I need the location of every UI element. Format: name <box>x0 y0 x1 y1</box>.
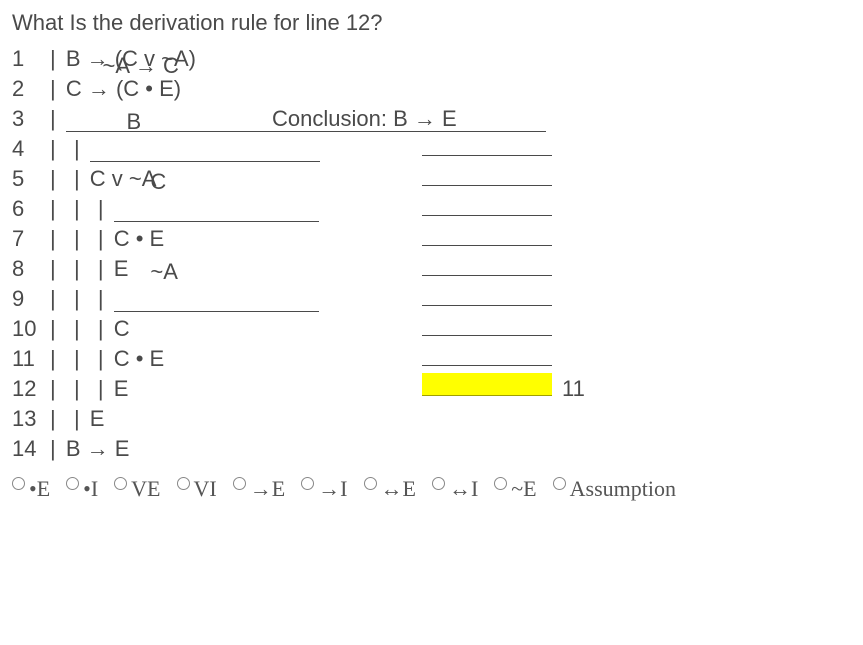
option-label: →E <box>250 476 285 502</box>
radio-icon <box>432 477 445 490</box>
scope-bars: | | <box>50 406 90 432</box>
option-label: ↔I <box>449 476 478 502</box>
option-label: •E <box>29 476 50 502</box>
scope-bars: | | | <box>50 346 114 372</box>
scope-bars: | | | <box>50 196 114 222</box>
option-v-e[interactable]: VE <box>114 476 160 502</box>
scope-bars: | | | <box>50 316 114 342</box>
justification-blank[interactable] <box>422 193 552 216</box>
option-label: →I <box>318 476 347 502</box>
proof-table: 1 | B → (C v ~A) 2 | C → (C • E) 3 | ~A … <box>12 42 851 462</box>
proof-line: 11 | | | C • E <box>12 342 851 372</box>
line-number: 3 <box>12 106 50 132</box>
line-number: 13 <box>12 406 50 432</box>
answer-options: •E •I VE VI →E →I ↔E ↔I ~E Assumption <box>12 476 851 502</box>
line-number: 11 <box>12 346 50 372</box>
formula: ~A → C <box>103 53 179 79</box>
line-number: 4 <box>12 136 50 162</box>
option-label: •I <box>83 476 98 502</box>
option-v-i[interactable]: VI <box>177 476 217 502</box>
scope-bars: | | <box>50 166 90 192</box>
scope-bars: | <box>50 76 66 102</box>
proof-line: 9 | | | ~A <box>12 282 851 312</box>
scope-bars: | | | <box>50 376 114 402</box>
option-label: VE <box>131 476 160 502</box>
justification-blank[interactable] <box>422 253 552 276</box>
scope-bars: | | | <box>50 286 114 312</box>
option-label: ~E <box>511 476 536 502</box>
justification-blank[interactable] <box>422 133 552 156</box>
radio-icon <box>177 477 190 490</box>
formula: E <box>114 376 129 402</box>
option-biarrow-e[interactable]: ↔E <box>364 476 416 502</box>
line-number: 2 <box>12 76 50 102</box>
proof-line: 14 | B → E <box>12 432 851 462</box>
line-number: 6 <box>12 196 50 222</box>
justification-blank[interactable] <box>422 343 552 366</box>
line-number: 8 <box>12 256 50 282</box>
line-number: 10 <box>12 316 50 342</box>
scope-bars: | | | <box>50 226 114 252</box>
scope-bars: | <box>50 46 66 72</box>
option-label: VI <box>194 476 217 502</box>
formula: ~A <box>150 259 178 285</box>
justification-blank[interactable] <box>422 223 552 246</box>
line-number: 14 <box>12 436 50 462</box>
option-arrow-e[interactable]: →E <box>233 476 285 502</box>
formula: E <box>90 406 105 432</box>
citation: 11 <box>562 376 585 402</box>
justification-blank[interactable] <box>422 163 552 186</box>
justification-blank[interactable] <box>422 313 552 336</box>
radio-icon <box>66 477 79 490</box>
line-number: 9 <box>12 286 50 312</box>
justification-blank[interactable] <box>422 283 552 306</box>
option-assumption[interactable]: Assumption <box>553 476 676 502</box>
option-label: ↔E <box>381 476 416 502</box>
line-number: 1 <box>12 46 50 72</box>
proof-line: 6 | | | C <box>12 192 851 222</box>
scope-bars: | <box>50 436 66 462</box>
scope-bars: | | | <box>50 256 114 282</box>
formula: C <box>150 169 166 195</box>
radio-icon <box>114 477 127 490</box>
formula: C <box>114 316 130 342</box>
formula: B → E <box>66 436 130 462</box>
formula: B <box>126 109 141 135</box>
radio-icon <box>301 477 314 490</box>
radio-icon <box>233 477 246 490</box>
scope-bars: | <box>50 106 66 132</box>
proof-line: 12 | | | E 11 <box>12 372 851 402</box>
justification-blank-highlight[interactable] <box>422 373 552 396</box>
scope-bars: | | <box>50 136 90 162</box>
line-number: 12 <box>12 376 50 402</box>
proof-line: 10 | | | C <box>12 312 851 342</box>
radio-icon <box>553 477 566 490</box>
option-arrow-i[interactable]: →I <box>301 476 347 502</box>
option-biarrow-i[interactable]: ↔I <box>432 476 478 502</box>
option-neg-e[interactable]: ~E <box>494 476 536 502</box>
option-dot-i[interactable]: •I <box>66 476 98 502</box>
line-number: 5 <box>12 166 50 192</box>
proof-line: 13 | | E <box>12 402 851 432</box>
option-dot-e[interactable]: •E <box>12 476 50 502</box>
formula: C • E <box>114 346 165 372</box>
radio-icon <box>12 477 25 490</box>
radio-icon <box>494 477 507 490</box>
line-number: 7 <box>12 226 50 252</box>
radio-icon <box>364 477 377 490</box>
option-label: Assumption <box>570 476 676 502</box>
